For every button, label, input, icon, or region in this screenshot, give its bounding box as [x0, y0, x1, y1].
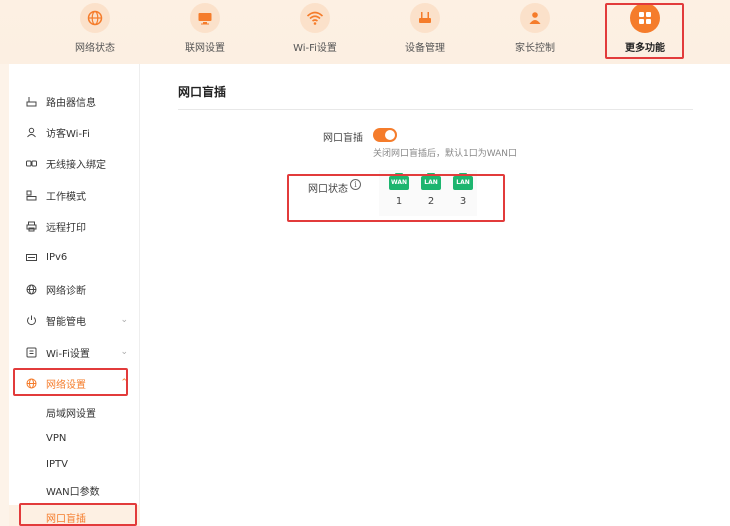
router-icon [410, 3, 440, 33]
sidebar-item-ipv6[interactable]: IPv6 [9, 244, 140, 270]
nav-label: Wi-Fi设置 [293, 43, 337, 54]
main-panel: 路由器信息 访客Wi-Fi 无线接入绑定 工作模式 远程打印 IPv6 网络诊断 [9, 64, 730, 526]
sidebar-item-label: 无线接入绑定 [46, 159, 106, 171]
sidebar-sub-vpn[interactable]: VPN [9, 426, 140, 450]
ipv6-icon [25, 251, 37, 263]
sidebar-sub-label: WAN口参数 [46, 486, 100, 498]
nav-label: 家长控制 [515, 43, 555, 54]
sidebar-sub-lan-settings[interactable]: 局域网设置 [9, 400, 140, 424]
parent-icon [520, 3, 550, 33]
sidebar-item-network-diagnosis[interactable]: 网络诊断 [9, 276, 140, 302]
sidebar-sub-label: IPTV [46, 458, 68, 470]
blind-plug-label: 网口盲插 [323, 133, 363, 144]
sidebar-item-label: 访客Wi-Fi [46, 128, 90, 140]
chevron-down-icon: ⌄ [120, 347, 128, 357]
monitor-icon [190, 3, 220, 33]
wifi-icon [300, 3, 330, 33]
sidebar-sub-label: 局域网设置 [46, 408, 96, 420]
sidebar-item-smart-power[interactable]: 智能管电 ⌄ [9, 307, 140, 333]
page-title: 网口盲插 [178, 85, 227, 99]
nav-label: 设备管理 [405, 43, 445, 54]
nav-device-management[interactable]: 设备管理 [377, 0, 473, 64]
highlight-port-status [287, 174, 505, 222]
blind-plug-hint: 关闭网口盲插后，默认1口为WAN口 [373, 149, 518, 159]
sidebar-item-label: IPv6 [46, 251, 68, 263]
link-icon [25, 157, 37, 169]
sidebar-sub-label: VPN [46, 432, 67, 444]
sidebar-item-label: 远程打印 [46, 222, 86, 234]
sidebar-item-wifi-settings[interactable]: Wi-Fi设置 ⌄ [9, 339, 140, 365]
nav-parental-control[interactable]: 家长控制 [487, 0, 583, 64]
nav-label: 网络状态 [75, 43, 115, 54]
nav-wifi-settings[interactable]: Wi-Fi设置 [267, 0, 363, 64]
sidebar-item-label: 智能管电 [46, 316, 86, 328]
mode-icon [25, 189, 37, 201]
chevron-down-icon: ⌄ [120, 315, 128, 325]
sidebar-item-label: Wi-Fi设置 [46, 348, 90, 360]
sidebar-item-label: 网络诊断 [46, 285, 86, 297]
printer-icon [25, 220, 37, 232]
content-area: 网口盲插 网口盲插 关闭网口盲插后，默认1口为WAN口 网口状态 i WAN 1… [140, 64, 730, 526]
wifi-settings-icon [25, 346, 37, 358]
sidebar-sub-wan-params[interactable]: WAN口参数 [9, 478, 140, 502]
sidebar-item-label: 工作模式 [46, 191, 86, 203]
power-icon [25, 314, 37, 326]
diagnose-icon [25, 283, 37, 295]
highlight-network-settings [13, 368, 128, 396]
sidebar-item-guest-wifi[interactable]: 访客Wi-Fi [9, 119, 140, 145]
sidebar-item-remote-print[interactable]: 远程打印 [9, 213, 140, 239]
highlight-blind-plug [19, 503, 137, 526]
nav-internet-settings[interactable]: 联网设置 [157, 0, 253, 64]
sidebar-item-router-info[interactable]: 路由器信息 [9, 88, 140, 114]
nav-network-status[interactable]: 网络状态 [47, 0, 143, 64]
nav-label: 联网设置 [185, 43, 225, 54]
sidebar-item-work-mode[interactable]: 工作模式 [9, 182, 140, 208]
sidebar-sub-iptv[interactable]: IPTV [9, 452, 140, 476]
highlight-more-features [605, 3, 684, 59]
sidebar-item-label: 路由器信息 [46, 97, 96, 109]
sidebar: 路由器信息 访客Wi-Fi 无线接入绑定 工作模式 远程打印 IPv6 网络诊断 [9, 64, 140, 526]
router-info-icon [25, 95, 37, 107]
globe-icon [80, 3, 110, 33]
sidebar-item-wireless-binding[interactable]: 无线接入绑定 [9, 150, 140, 176]
guest-icon [25, 126, 37, 138]
divider [178, 109, 693, 110]
blind-plug-toggle[interactable] [373, 128, 397, 142]
